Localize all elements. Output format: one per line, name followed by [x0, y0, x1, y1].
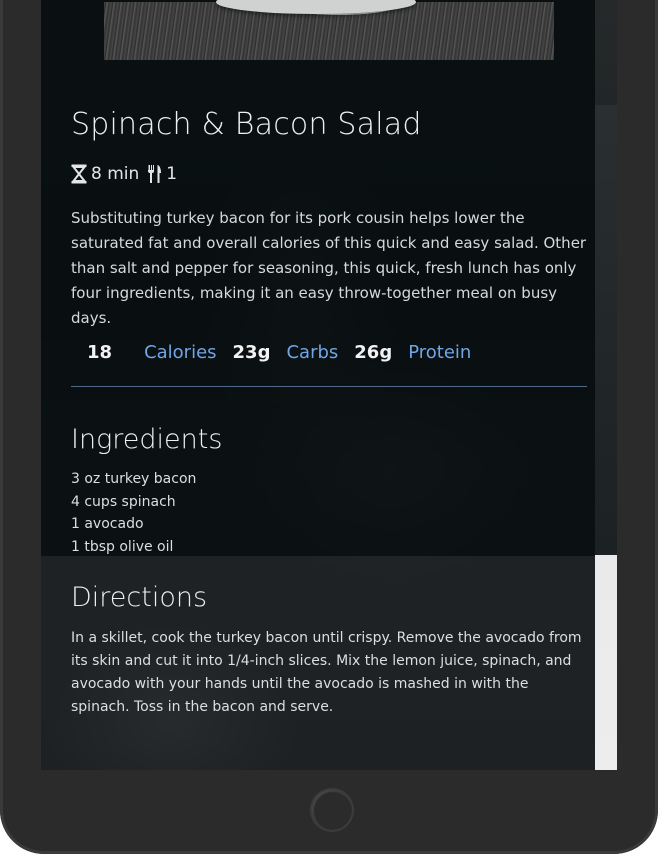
recipe-description: Substituting turkey bacon for its pork c…	[71, 209, 587, 327]
protein-label: Protein	[408, 341, 472, 363]
carbs-label: Carbs	[286, 341, 339, 363]
recipe-title: Spinach & Bacon Salad	[71, 107, 422, 142]
hourglass-icon	[71, 164, 87, 184]
list-item: 1 tbsp olive oil	[71, 538, 174, 555]
servings: 1	[166, 164, 178, 184]
home-button[interactable]	[310, 788, 354, 832]
directions-text: In a skillet, cook the turkey bacon unti…	[71, 630, 582, 715]
carbs-value: 23g	[232, 341, 271, 363]
list-item: 4 cups spinach	[71, 493, 176, 510]
ingredients-heading: Ingredients	[71, 424, 223, 455]
ingredients-list: 3 oz turkey bacon 4 cups spinach 1 avoca…	[71, 468, 196, 558]
list-item: 1 avocado	[71, 516, 144, 532]
recipe-meta: 8 min 1	[71, 162, 185, 186]
recipe-hero-image	[104, 0, 554, 60]
prep-time: 8 min	[91, 164, 140, 184]
divider	[71, 386, 587, 387]
calories-label: Calories	[144, 341, 217, 363]
calories-value: 18	[87, 341, 113, 363]
nutrition-facts: 18 Calories 23g Carbs 26g Protein	[71, 338, 471, 366]
list-item: 3 oz turkey bacon	[71, 471, 197, 487]
directions-heading: Directions	[71, 582, 208, 613]
background-photo-edge	[595, 0, 617, 770]
protein-value: 26g	[354, 341, 393, 363]
fork-knife-icon	[147, 165, 162, 183]
recipe-screen: Spinach & Bacon Salad 8 min 1 Substituti…	[41, 0, 617, 770]
